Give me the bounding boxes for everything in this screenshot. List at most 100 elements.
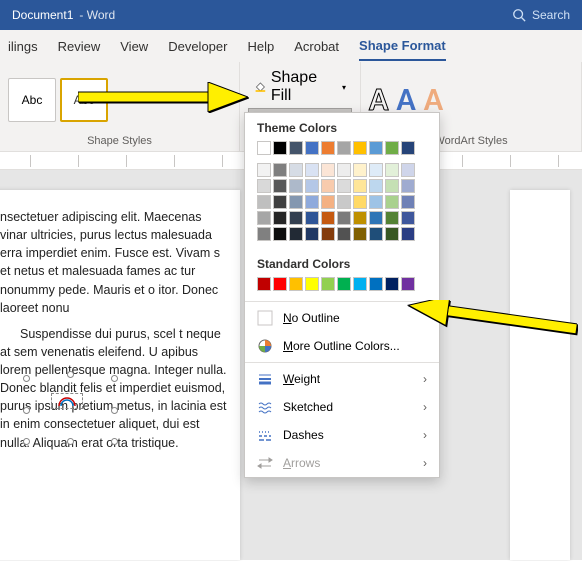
shape-fill-button[interactable]: Shape Fill ▾ <box>248 66 352 108</box>
color-swatch[interactable] <box>273 179 287 193</box>
shape-outline-dropdown: Theme Colors Standard Colors No Outline … <box>244 112 440 478</box>
color-swatch[interactable] <box>353 211 367 225</box>
color-swatch[interactable] <box>273 277 287 291</box>
tab-shape-format[interactable]: Shape Format <box>359 32 446 61</box>
color-swatch[interactable] <box>305 227 319 241</box>
color-swatch[interactable] <box>385 163 399 177</box>
color-swatch[interactable] <box>321 211 335 225</box>
dashes-item[interactable]: Dashes › <box>245 421 439 449</box>
color-swatch[interactable] <box>305 141 319 155</box>
color-swatch[interactable] <box>369 195 383 209</box>
color-swatch[interactable] <box>273 211 287 225</box>
weight-icon <box>257 371 273 387</box>
color-swatch[interactable] <box>401 227 415 241</box>
color-swatch[interactable] <box>353 163 367 177</box>
color-swatch[interactable] <box>337 141 351 155</box>
standard-colors-title: Standard Colors <box>245 249 439 277</box>
color-swatch[interactable] <box>353 195 367 209</box>
tab-acrobat[interactable]: Acrobat <box>294 33 339 60</box>
theme-color-row <box>245 141 439 163</box>
weight-item[interactable]: Weight › <box>245 365 439 393</box>
color-swatch[interactable] <box>321 163 335 177</box>
color-wheel-icon <box>257 338 273 354</box>
color-swatch[interactable] <box>401 141 415 155</box>
color-swatch[interactable] <box>321 195 335 209</box>
color-swatch[interactable] <box>305 179 319 193</box>
color-swatch[interactable] <box>321 277 335 291</box>
color-swatch[interactable] <box>385 211 399 225</box>
color-swatch[interactable] <box>401 277 415 291</box>
color-swatch[interactable] <box>305 195 319 209</box>
color-swatch[interactable] <box>289 141 303 155</box>
chevron-right-icon: › <box>423 456 427 470</box>
body-text: nsectetuer adipiscing elit. Maecenas vin… <box>0 208 230 317</box>
color-swatch[interactable] <box>257 195 271 209</box>
color-swatch[interactable] <box>257 141 271 155</box>
color-swatch[interactable] <box>289 163 303 177</box>
chevron-right-icon: › <box>423 428 427 442</box>
color-swatch[interactable] <box>401 163 415 177</box>
color-swatch[interactable] <box>273 163 287 177</box>
color-swatch[interactable] <box>257 163 271 177</box>
color-swatch[interactable] <box>305 277 319 291</box>
color-swatch[interactable] <box>289 195 303 209</box>
color-swatch[interactable] <box>401 211 415 225</box>
rainbow-icon <box>51 393 83 409</box>
sketched-item[interactable]: Sketched › <box>245 393 439 421</box>
color-swatch[interactable] <box>273 195 287 209</box>
color-swatch[interactable] <box>385 195 399 209</box>
color-swatch[interactable] <box>273 141 287 155</box>
color-swatch[interactable] <box>337 195 351 209</box>
color-swatch[interactable] <box>321 179 335 193</box>
page-2 <box>510 190 570 560</box>
selected-shape[interactable] <box>23 375 118 445</box>
color-swatch[interactable] <box>337 163 351 177</box>
color-swatch[interactable] <box>289 211 303 225</box>
annotation-arrow-1 <box>78 82 248 117</box>
tab-ilings[interactable]: ilings <box>8 33 38 60</box>
color-swatch[interactable] <box>401 195 415 209</box>
color-swatch[interactable] <box>257 211 271 225</box>
color-swatch[interactable] <box>385 277 399 291</box>
color-swatch[interactable] <box>321 141 335 155</box>
tab-help[interactable]: Help <box>247 33 274 60</box>
color-swatch[interactable] <box>257 179 271 193</box>
color-swatch[interactable] <box>337 179 351 193</box>
tab-review[interactable]: Review <box>58 33 101 60</box>
color-swatch[interactable] <box>337 277 351 291</box>
tab-developer[interactable]: Developer <box>168 33 227 60</box>
color-swatch[interactable] <box>369 179 383 193</box>
color-swatch[interactable] <box>321 227 335 241</box>
color-swatch[interactable] <box>273 227 287 241</box>
color-swatch[interactable] <box>369 163 383 177</box>
color-swatch[interactable] <box>353 141 367 155</box>
color-swatch[interactable] <box>369 277 383 291</box>
color-swatch[interactable] <box>337 211 351 225</box>
color-swatch[interactable] <box>289 227 303 241</box>
color-swatch[interactable] <box>257 277 271 291</box>
shape-style-preset-1[interactable]: Abc <box>8 78 56 122</box>
color-swatch[interactable] <box>257 227 271 241</box>
color-swatch[interactable] <box>385 179 399 193</box>
chevron-right-icon: › <box>423 372 427 386</box>
color-swatch[interactable] <box>385 141 399 155</box>
color-swatch[interactable] <box>353 179 367 193</box>
color-swatch[interactable] <box>369 211 383 225</box>
color-swatch[interactable] <box>369 141 383 155</box>
color-swatch[interactable] <box>305 211 319 225</box>
color-swatch[interactable] <box>305 163 319 177</box>
color-swatch[interactable] <box>337 227 351 241</box>
search-box[interactable]: Search <box>512 8 570 22</box>
color-swatch[interactable] <box>289 179 303 193</box>
sketched-icon <box>257 399 273 415</box>
color-swatch[interactable] <box>289 277 303 291</box>
color-swatch[interactable] <box>369 227 383 241</box>
no-outline-icon <box>257 310 273 326</box>
color-swatch[interactable] <box>385 227 399 241</box>
annotation-arrow-2 <box>407 300 577 345</box>
color-swatch[interactable] <box>353 227 367 241</box>
tab-view[interactable]: View <box>120 33 148 60</box>
color-swatch[interactable] <box>353 277 367 291</box>
color-swatch[interactable] <box>401 179 415 193</box>
dashes-icon <box>257 427 273 443</box>
